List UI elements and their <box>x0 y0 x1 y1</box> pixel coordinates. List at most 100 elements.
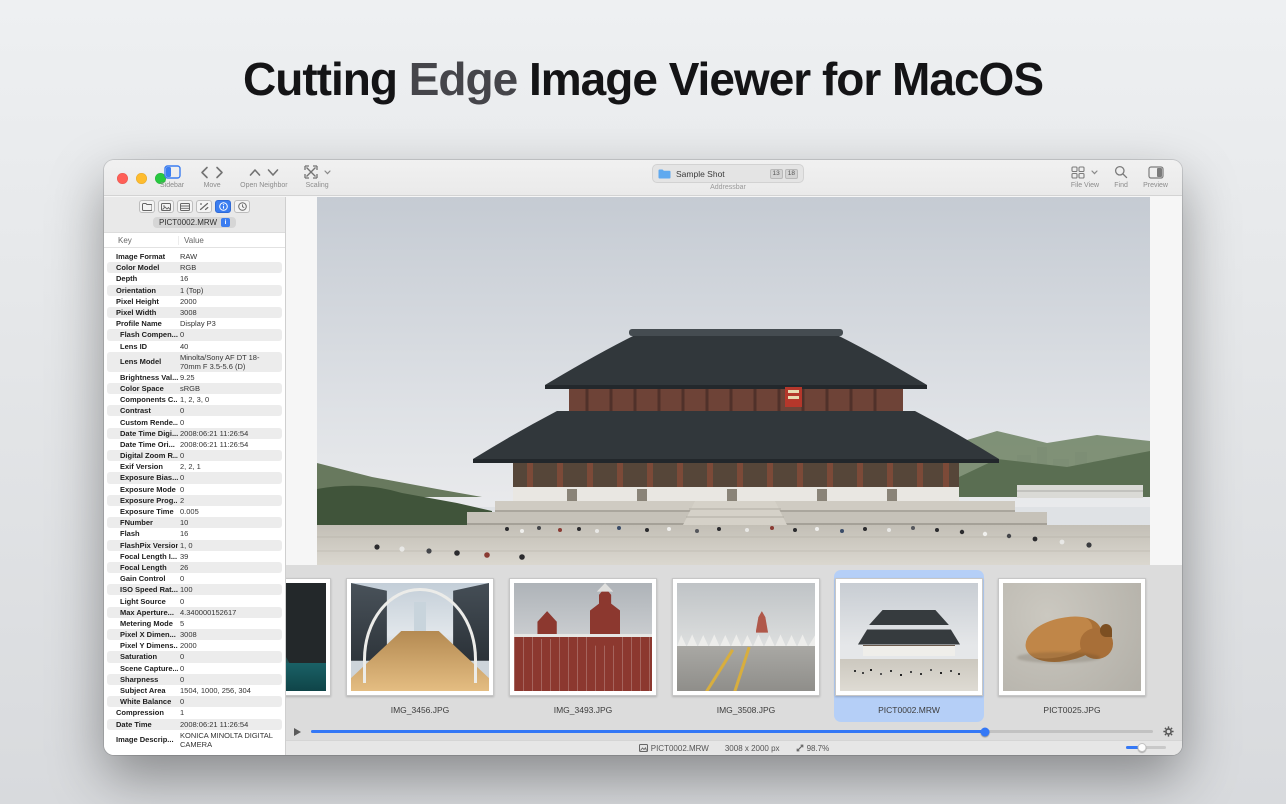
filmstrip-slider-row <box>294 725 1174 738</box>
open-neighbor-buttons[interactable]: Open Neighbor <box>240 163 287 189</box>
main-area: 9.JPG IMG_3456.JPGIMG_3493.JPGIMG_3508.JP… <box>286 197 1182 755</box>
metadata-row[interactable]: Profile NameDisplay P3 <box>107 318 282 329</box>
metadata-row[interactable]: Brightness Val...9.25 <box>107 372 282 383</box>
metadata-row[interactable]: Focal Length I...39 <box>107 551 282 562</box>
metadata-row[interactable]: Pixel Width3008 <box>107 307 282 318</box>
metadata-row[interactable]: Gain Control0 <box>107 573 282 584</box>
addressbar[interactable]: Sample Shot 13 18 <box>652 164 804 183</box>
metadata-row[interactable]: Max Aperture...4.340000152617 <box>107 607 282 618</box>
panel-tab-browser[interactable] <box>139 200 155 213</box>
thumbnail-item[interactable]: PICT0025.JPG <box>997 570 1147 722</box>
metadata-row[interactable]: White Balance0 <box>107 696 282 707</box>
metadata-row[interactable]: Flash16 <box>107 528 282 539</box>
panel-tab-image[interactable] <box>158 200 174 213</box>
metadata-row[interactable]: Exposure Time0.005 <box>107 506 282 517</box>
file-tag-badge-icon: i <box>221 218 230 227</box>
thumbnail-item[interactable]: 9.JPG <box>286 570 332 722</box>
thumbnail-image <box>998 578 1146 696</box>
move-buttons-label: Move <box>204 182 221 189</box>
metadata-row[interactable]: Date Time Ori...2008:06:21 11:26:54 <box>107 439 282 450</box>
metadata-row[interactable]: Lens ModelMinolta/Sony AF DT 18-70mm F 3… <box>107 352 282 372</box>
metadata-row[interactable]: Contrast0 <box>107 405 282 416</box>
panel-tab-info[interactable] <box>215 200 231 213</box>
settings-button[interactable] <box>1163 726 1174 737</box>
metadata-row[interactable]: Components C...1, 2, 3, 0 <box>107 394 282 405</box>
size-slider-knob[interactable] <box>1138 743 1147 752</box>
open-neighbor-label: Open Neighbor <box>240 182 287 189</box>
current-file-pill[interactable]: PICT0002.MRW i <box>153 217 236 228</box>
metadata-row[interactable]: Date Time2008:06:21 11:26:54 <box>107 719 282 730</box>
metadata-row[interactable]: Exposure Bias...0 <box>107 472 282 483</box>
thumbnail-item[interactable]: PICT0002.MRW <box>834 570 984 722</box>
metadata-row[interactable]: Date Time Digi...2008:06:21 11:26:54 <box>107 428 282 439</box>
metadata-row[interactable]: Flash Compen...0 <box>107 329 282 340</box>
metadata-value: 1 <box>178 707 282 718</box>
metadata-row[interactable]: Pixel X Dimen...3008 <box>107 629 282 640</box>
metadata-row[interactable]: FlashPix Version1, 0 <box>107 540 282 551</box>
panel-tab-adjust[interactable] <box>196 200 212 213</box>
sidebar-toggle-button[interactable]: Sidebar <box>160 163 184 189</box>
sidebar-header: PICT0002.MRW i <box>104 197 285 233</box>
panel-tab-table[interactable] <box>177 200 193 213</box>
metadata-row[interactable]: Image FormatRAW <box>107 251 282 262</box>
scaling-icon <box>304 165 318 179</box>
metadata-row[interactable]: Exif Version2, 2, 1 <box>107 461 282 472</box>
metadata-row[interactable]: Image Descrip...KONICA MINOLTA DIGITAL C… <box>107 730 282 750</box>
thumbnail-item[interactable]: IMG_3493.JPG <box>508 570 658 722</box>
metadata-row[interactable]: Pixel Height2000 <box>107 296 282 307</box>
metadata-row[interactable]: Compression1 <box>107 707 282 718</box>
gear-icon <box>1163 726 1174 737</box>
metadata-row[interactable]: FNumber10 <box>107 517 282 528</box>
metadata-key: Depth <box>107 274 178 283</box>
metadata-row[interactable]: Scene Capture...0 <box>107 663 282 674</box>
metadata-row[interactable]: Color ModelRGB <box>107 262 282 273</box>
play-button[interactable] <box>294 728 301 736</box>
metadata-row[interactable]: Custom Rende...0 <box>107 416 282 427</box>
filmstrip-slider[interactable] <box>311 730 1153 733</box>
find-button[interactable]: Find <box>1114 163 1128 189</box>
metadata-row[interactable]: Orientation1 (Top) <box>107 285 282 296</box>
metadata-row[interactable]: Color SpacesRGB <box>107 383 282 394</box>
metadata-row[interactable]: Focal Length26 <box>107 562 282 573</box>
move-buttons[interactable]: Move <box>200 163 224 189</box>
page-title: Cutting Edge Image Viewer for MacOS <box>0 52 1286 106</box>
thumbnail-item[interactable]: IMG_3456.JPG <box>345 570 495 722</box>
metadata-key: Exposure Prog... <box>107 496 178 505</box>
metadata-value: sRGB <box>178 383 282 394</box>
thumbnail-size-slider[interactable] <box>1126 743 1166 751</box>
metadata-key: Color Model <box>107 263 178 272</box>
metadata-row[interactable]: Saturation0 <box>107 651 282 662</box>
filmstrip-slider-knob[interactable] <box>980 727 989 736</box>
metadata-row[interactable]: Light Source0 <box>107 595 282 606</box>
metadata-row[interactable]: Sharpness0 <box>107 674 282 685</box>
panel-tab-history[interactable] <box>234 200 250 213</box>
preview-button[interactable]: Preview <box>1143 163 1168 189</box>
metadata-row[interactable]: Pixel Y Dimens...2000 <box>107 640 282 651</box>
metadata-row[interactable]: Depth16 <box>107 273 282 284</box>
metadata-row[interactable]: Lens ID40 <box>107 341 282 352</box>
file-view-button[interactable]: File View <box>1071 163 1099 189</box>
scale-percent-icon <box>796 744 804 752</box>
metadata-value: 9.25 <box>178 372 282 383</box>
metadata-row[interactable]: Exposure Prog...2 <box>107 495 282 506</box>
metadata-value: 100 <box>178 584 282 595</box>
metadata-value: 0 <box>178 405 282 416</box>
headline-accent: Edge <box>409 53 517 105</box>
count-badge: 13 <box>770 169 783 179</box>
metadata-key: Sharpness <box>107 675 178 684</box>
addressbar-badges: 13 18 <box>770 169 798 179</box>
scaling-button[interactable]: Scaling <box>304 163 331 189</box>
metadata-value: 1 (Top) <box>178 285 282 296</box>
metadata-row[interactable]: Digital Zoom R...0 <box>107 450 282 461</box>
close-button[interactable] <box>117 173 128 184</box>
main-photo[interactable] <box>317 197 1150 566</box>
metadata-row[interactable]: Exposure Mode0 <box>107 484 282 495</box>
metadata-row[interactable]: Metering Mode5 <box>107 618 282 629</box>
minimize-button[interactable] <box>136 173 147 184</box>
metadata-row[interactable]: ISO Speed Rat...100 <box>107 584 282 595</box>
metadata-row[interactable]: Subject Area1504, 1000, 256, 304 <box>107 685 282 696</box>
metadata-key: Exposure Time <box>107 507 178 516</box>
metadata-value: 39 <box>178 551 282 562</box>
metadata-key: Flash Compen... <box>107 330 178 339</box>
thumbnail-item[interactable]: IMG_3508.JPG <box>671 570 821 722</box>
